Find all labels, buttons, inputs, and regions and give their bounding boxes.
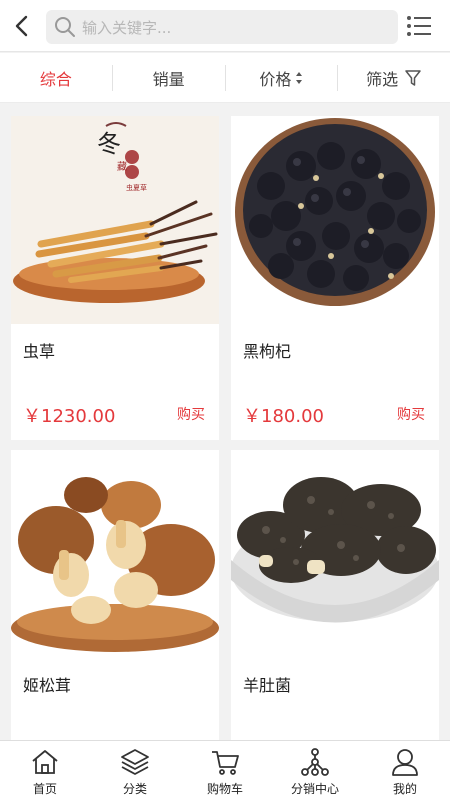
sort-tab-label: 综合: [39, 69, 72, 89]
tab-category[interactable]: 分类: [90, 741, 180, 800]
product-price: ￥1230.00: [23, 406, 116, 427]
sort-tab-label: 筛选: [366, 69, 399, 89]
product-name: 姬松茸: [23, 676, 72, 695]
list-menu-button[interactable]: [406, 14, 432, 38]
image-text-main: 冬: [97, 130, 121, 158]
sort-tab-price[interactable]: 价格: [224, 64, 338, 91]
product-image-agaricus: [11, 450, 219, 658]
product-image-black-goji: [231, 116, 439, 324]
sort-bar: 综合 销量 价格 筛选: [0, 53, 450, 103]
product-card[interactable]: 姬松茸: [11, 450, 219, 750]
sort-tab-default[interactable]: 综合: [0, 65, 112, 91]
filter-icon: [405, 69, 421, 86]
product-card[interactable]: 羊肚菌: [231, 450, 439, 750]
buy-button[interactable]: 购买: [177, 404, 205, 424]
product-image-cordyceps: 冬 藏 虫夏草: [11, 116, 219, 324]
product-name: 羊肚菌: [243, 676, 292, 695]
network-icon: [301, 748, 329, 776]
back-arrow-icon: [15, 15, 28, 36]
tab-distribution-center[interactable]: 分销中心: [270, 741, 360, 800]
image-text-seal: 虫夏草: [126, 183, 147, 192]
tab-label: 分类: [122, 782, 147, 796]
home-icon: [32, 750, 58, 774]
tab-label: 我的: [392, 782, 417, 796]
product-name: 虫草: [23, 342, 56, 361]
user-icon: [392, 749, 418, 776]
product-card[interactable]: 冬 藏 虫夏草 虫草 ￥1230.00 购买: [11, 116, 219, 440]
product-card[interactable]: 黑枸杞 ￥180.00 购买: [231, 116, 439, 440]
bottom-tab-bar: 首页 分类 购物车 分销中心 我的: [0, 740, 450, 800]
top-bar: 输入关键字...: [0, 0, 450, 52]
product-name: 黑枸杞: [243, 342, 292, 361]
sort-arrows-icon: [296, 71, 303, 84]
tab-label: 首页: [32, 782, 57, 796]
tab-label: 分销中心: [290, 782, 339, 796]
list-menu-icon: [407, 16, 431, 36]
tab-cart[interactable]: 购物车: [180, 741, 270, 800]
sort-tab-filter[interactable]: 筛选: [337, 64, 450, 91]
search-placeholder: 输入关键字...: [82, 18, 172, 37]
tab-home[interactable]: 首页: [0, 741, 90, 800]
back-button[interactable]: [0, 0, 44, 52]
sort-tab-sales[interactable]: 销量: [111, 64, 225, 91]
product-price: ￥180.00: [243, 406, 324, 427]
tab-label: 购物车: [206, 782, 243, 796]
search-input[interactable]: 输入关键字...: [46, 10, 398, 44]
product-image-morel: [231, 450, 439, 658]
sort-tab-label: 价格: [259, 69, 292, 89]
cart-icon: [212, 751, 239, 775]
sort-tab-label: 销量: [152, 69, 185, 89]
layers-icon: [121, 749, 149, 775]
tab-mine[interactable]: 我的: [360, 741, 450, 800]
buy-button[interactable]: 购买: [397, 404, 425, 424]
search-icon: [55, 17, 75, 37]
